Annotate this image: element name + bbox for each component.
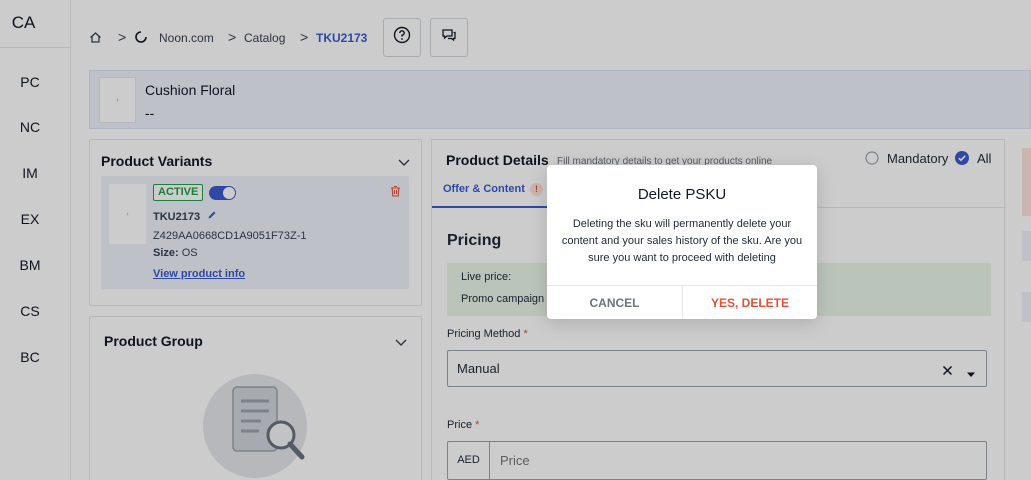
- confirm-delete-button[interactable]: YES, DELETE: [683, 286, 817, 319]
- dialog-message: Deleting the sku will permanently delete…: [561, 218, 803, 264]
- cancel-button[interactable]: CANCEL: [547, 286, 682, 319]
- dialog-title: Delete PSKU: [637, 186, 727, 203]
- modal-backdrop[interactable]: [0, 0, 1031, 480]
- delete-psku-dialog: Delete PSKU Deleting the sku will perman…: [547, 165, 817, 319]
